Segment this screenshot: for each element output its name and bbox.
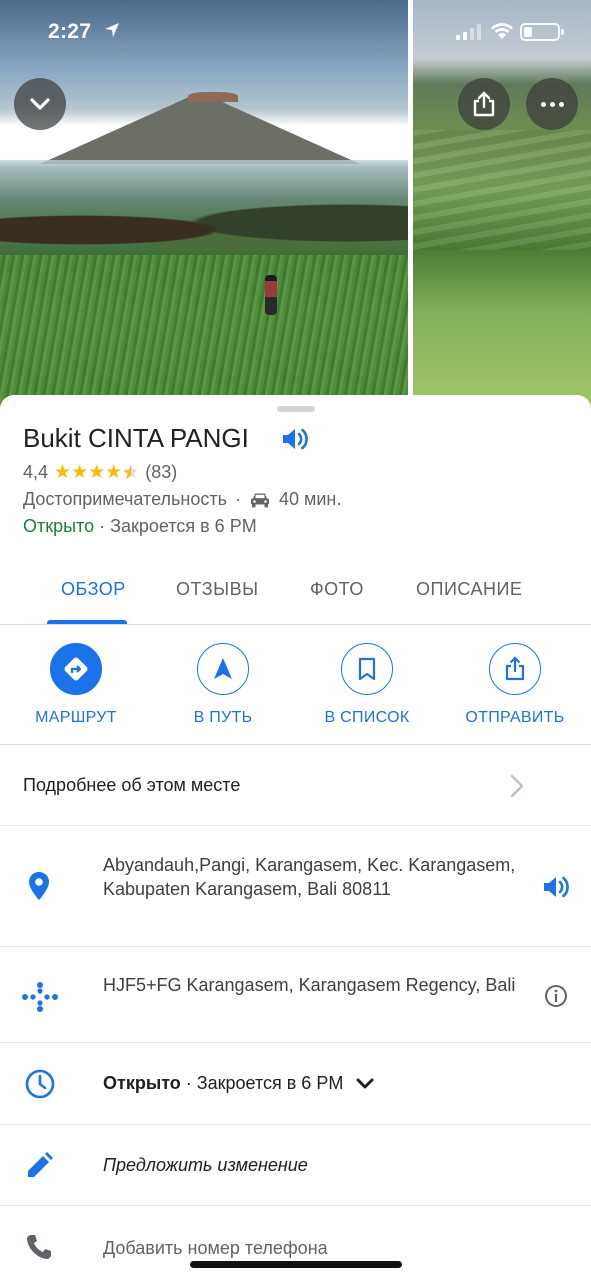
car-icon <box>250 493 269 507</box>
more-about-place-row[interactable]: Подробнее об этом месте <box>0 745 591 826</box>
suggest-edit-label: Предложить изменение <box>103 1155 308 1175</box>
wifi-icon <box>491 23 513 39</box>
action-buttons: МАРШРУТ В ПУТЬ В СПИСОК ОТПРАВИТЬ <box>0 625 591 745</box>
suggest-edit-row[interactable]: Предложить изменение <box>0 1125 591 1206</box>
phone-icon <box>27 1235 51 1259</box>
location-pin-icon <box>29 872 49 900</box>
share-label: ОТПРАВИТЬ <box>465 709 565 726</box>
share-icon <box>473 91 495 117</box>
more-dots-icon <box>540 101 564 107</box>
share-button-top[interactable] <box>458 78 510 130</box>
open-status: Открыто <box>23 516 95 536</box>
plus-code-text: HJF5+FG Karangasem, Karangasem Regency, … <box>103 975 516 995</box>
clock-icon <box>25 1069 55 1099</box>
collapse-button[interactable] <box>14 78 66 130</box>
status-bar: 2:27 <box>0 0 591 64</box>
chevron-down-icon <box>30 98 50 110</box>
chevron-right-icon <box>510 774 524 798</box>
place-details-sheet[interactable]: Bukit CINTA PANGI 4,4 ★★★★★ (83) Достопр… <box>0 395 591 1280</box>
battery-icon <box>520 23 564 41</box>
save-to-list-label: В СПИСОК <box>324 709 410 726</box>
more-options-button[interactable] <box>526 78 578 130</box>
address-row[interactable]: Abyandauh,Pangi, Karangasem, Kec. Karang… <box>0 826 591 947</box>
hours-status: Открыто <box>103 1073 181 1093</box>
directions-label: МАРШРУТ <box>35 709 117 726</box>
sheet-drag-handle[interactable] <box>277 406 315 412</box>
speaker-icon[interactable] <box>541 873 571 901</box>
cellular-signal-icon <box>456 24 481 40</box>
rating-value: 4,4 <box>23 462 49 482</box>
status-time: 2:27 <box>48 20 92 43</box>
rating-row[interactable]: 4,4 ★★★★★ (83) <box>23 461 177 484</box>
pencil-icon <box>28 1152 53 1177</box>
place-category: Достопримечательность <box>23 489 227 509</box>
chevron-down-icon[interactable] <box>355 1077 375 1091</box>
start-navigation-label: В ПУТЬ <box>193 709 253 726</box>
rating-stars: ★★★★★ <box>54 461 139 484</box>
start-navigation-button[interactable]: В ПУТЬ <box>153 643 293 727</box>
hours-closing: · Закроется в 6 PM <box>180 1073 344 1093</box>
review-count[interactable]: (83) <box>145 462 177 483</box>
navigation-arrow-icon <box>214 658 232 679</box>
drive-time: 40 мин. <box>278 489 342 509</box>
add-phone-label: Добавить номер телефона <box>103 1238 328 1258</box>
place-title: Bukit CINTA PANGI <box>23 423 249 453</box>
share-icon <box>505 656 525 681</box>
tab-overview[interactable]: ОБЗОР <box>61 579 126 600</box>
tab-reviews[interactable]: ОТЗЫВЫ <box>176 579 259 600</box>
plus-code-icon <box>22 982 58 1012</box>
photo-person <box>265 275 277 315</box>
plus-code-row[interactable]: HJF5+FG Karangasem, Karangasem Regency, … <box>0 947 591 1043</box>
home-indicator[interactable] <box>190 1261 402 1268</box>
tab-bar: ОБЗОР ОТЗЫВЫ ФОТО ОПИСАНИЕ <box>0 565 591 625</box>
more-about-label: Подробнее об этом месте <box>23 775 241 795</box>
tab-description[interactable]: ОПИСАНИЕ <box>416 579 522 600</box>
active-tab-indicator <box>47 620 127 624</box>
add-phone-row[interactable]: Добавить номер телефона <box>0 1206 591 1280</box>
directions-icon <box>64 657 88 681</box>
share-button[interactable]: ОТПРАВИТЬ <box>445 643 585 727</box>
photo-mountain <box>40 92 360 164</box>
bookmark-icon <box>358 657 376 681</box>
info-icon[interactable] <box>544 984 568 1008</box>
closing-time: · Закроется в 6 PM <box>99 516 257 536</box>
tab-photos[interactable]: ФОТО <box>310 579 364 600</box>
location-arrow-icon <box>105 23 119 37</box>
category-row: Достопримечательность · 40 мин. <box>23 489 342 509</box>
hours-row[interactable]: Открыто · Закроется в 6 PM <box>0 1043 591 1125</box>
save-to-list-button[interactable]: В СПИСОК <box>297 643 437 727</box>
speaker-icon[interactable] <box>280 425 310 453</box>
directions-button[interactable]: МАРШРУТ <box>6 643 146 727</box>
open-status-row: Открыто · Закроется в 6 PM <box>23 516 257 537</box>
address-text: Abyandauh,Pangi, Karangasem, Kec. Karang… <box>103 855 516 899</box>
